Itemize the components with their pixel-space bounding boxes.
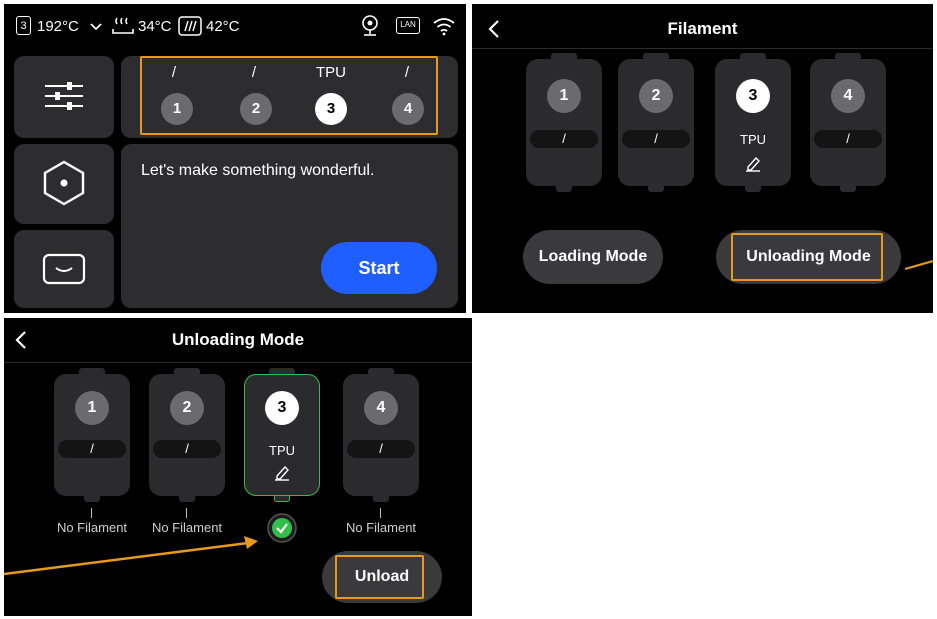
screen-title: Filament <box>667 19 738 38</box>
spool-4-material: / <box>814 130 882 148</box>
lan-label: LAN <box>400 20 416 29</box>
spool-4-number: 4 <box>364 391 398 425</box>
spool-4-number: 4 <box>831 79 865 113</box>
callout-arrow-line <box>905 259 933 271</box>
spool-3-material: TPU <box>740 132 766 147</box>
edit-pencil-icon[interactable] <box>273 464 291 482</box>
nozzle-index: 3 <box>20 20 27 32</box>
filament-screen: Filament 1 / 2 / 3 TPU 4 / Loading Mode … <box>472 4 933 313</box>
spool-4[interactable]: 4 / <box>810 59 886 186</box>
camera-icon[interactable] <box>361 15 379 37</box>
spool-1-material: / <box>58 440 126 458</box>
spool-3-number: 3 <box>265 391 299 425</box>
spool-foot <box>274 496 290 502</box>
filament-line <box>91 508 92 518</box>
header-divider <box>472 48 933 49</box>
status-bar: 3 192°C 34°C 42°C LAN <box>4 4 466 52</box>
bed-temp: 34°C <box>138 18 172 35</box>
highlight-box <box>140 56 438 135</box>
settings-sliders-icon <box>45 82 83 110</box>
spool-3[interactable]: 3 TPU <box>715 59 791 186</box>
screen-title: Unloading Mode <box>171 330 305 349</box>
highlight-box <box>335 555 424 599</box>
header-divider <box>4 362 472 363</box>
spool-1-material: / <box>530 130 598 148</box>
storage-button[interactable] <box>14 230 114 308</box>
chamber-temp: 42°C <box>206 18 240 35</box>
spool-2[interactable]: 2 / <box>149 374 225 496</box>
filament-line <box>186 508 187 518</box>
spool-foot <box>840 186 856 192</box>
loading-mode-button[interactable]: Loading Mode <box>523 230 663 284</box>
spool-1[interactable]: 1 / <box>54 374 130 496</box>
chevron-down-icon[interactable] <box>90 23 102 31</box>
spool-2-number: 2 <box>639 79 673 113</box>
spool-foot <box>179 496 195 502</box>
wifi-icon[interactable] <box>432 16 456 36</box>
heatbed-icon <box>112 17 134 34</box>
spool-2-status: No Filament <box>151 520 223 535</box>
welcome-message: Let's make something wonderful. <box>141 162 375 179</box>
chamber-icon <box>178 16 202 36</box>
spool-4-status: No Filament <box>345 520 417 535</box>
start-button[interactable]: Start <box>321 242 437 294</box>
spool-4-material: / <box>347 440 415 458</box>
spool-1-number: 1 <box>75 391 109 425</box>
spool-2[interactable]: 2 / <box>618 59 694 186</box>
callout-arrow <box>4 536 258 576</box>
nozzle-temp: 192°C <box>37 18 79 35</box>
spool-4[interactable]: 4 / <box>343 374 419 496</box>
spool-2-material: / <box>153 440 221 458</box>
tray-icon <box>42 253 86 285</box>
spool-3-number: 3 <box>736 79 770 113</box>
highlight-box <box>731 233 883 281</box>
settings-button[interactable] <box>14 56 114 138</box>
nozzle-hex-icon <box>43 160 85 206</box>
lan-icon: LAN <box>396 17 420 34</box>
nozzle-icon: 3 <box>16 16 31 35</box>
edit-pencil-icon[interactable] <box>744 155 762 173</box>
spool-2-material: / <box>622 130 690 148</box>
spool-3[interactable]: 3 TPU <box>244 374 320 496</box>
spool-foot <box>373 496 389 502</box>
spool-foot <box>84 496 100 502</box>
printer-home-screen: 3 192°C 34°C 42°C LAN / / TPU / 1 2 3 4 … <box>4 4 466 313</box>
spool-3-material: TPU <box>269 443 295 458</box>
selected-check-icon[interactable] <box>266 512 298 544</box>
spool-1[interactable]: 1 / <box>526 59 602 186</box>
unloading-mode-screen: Unloading Mode 1 / No Filament 2 / No Fi… <box>4 318 472 616</box>
spool-foot <box>556 186 572 192</box>
spool-1-number: 1 <box>547 79 581 113</box>
filament-line <box>380 508 381 518</box>
nozzle-control-button[interactable] <box>14 144 114 224</box>
spool-2-number: 2 <box>170 391 204 425</box>
spool-foot <box>745 186 761 192</box>
spool-1-status: No Filament <box>56 520 128 535</box>
spool-foot <box>648 186 664 192</box>
